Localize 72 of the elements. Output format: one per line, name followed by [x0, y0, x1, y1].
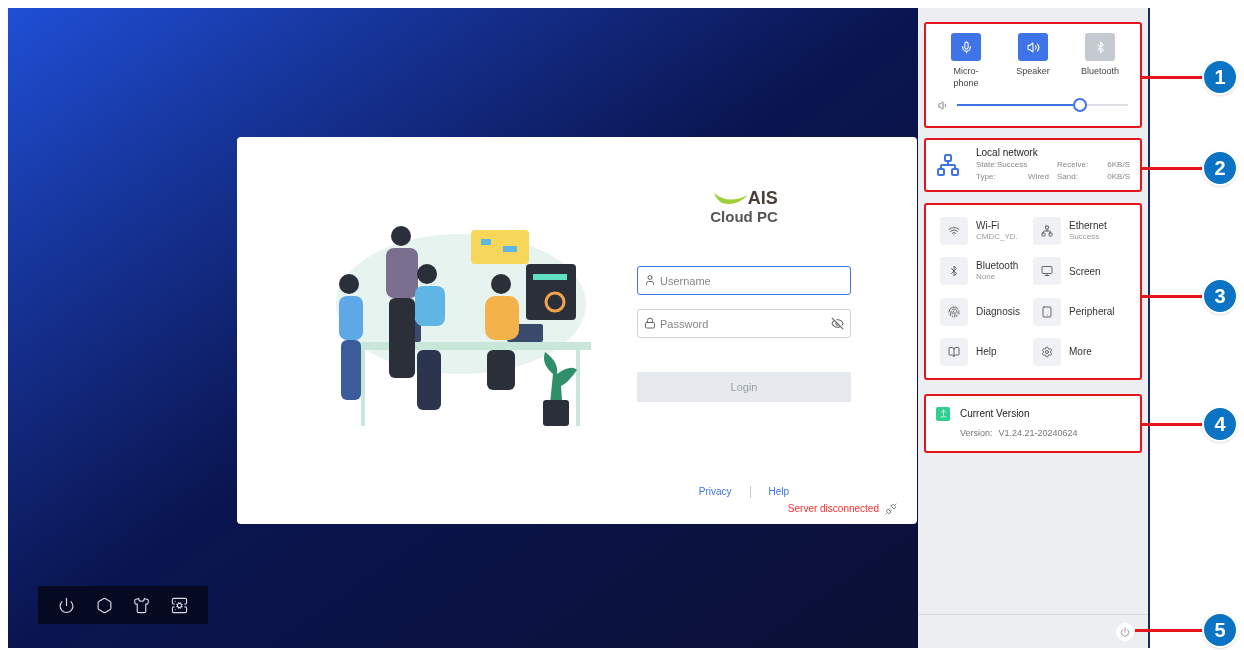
- shortcut-subtitle: None: [976, 271, 997, 283]
- leader-line: [1135, 629, 1202, 632]
- toggle-label: Micro- phone: [953, 65, 979, 89]
- slider-thumb[interactable]: [1073, 98, 1088, 112]
- shirt-icon[interactable]: [133, 596, 151, 614]
- hexagon-icon[interactable]: [95, 596, 113, 614]
- network-stat: Wired: [1028, 171, 1049, 183]
- power-icon[interactable]: [58, 596, 76, 614]
- network-stat: 0KB/S: [1107, 171, 1130, 183]
- product-name: Cloud PC: [710, 209, 778, 224]
- shortcut-item[interactable]: Help: [940, 331, 1033, 372]
- volume-icon: [938, 99, 949, 111]
- microphone-icon: [959, 40, 973, 54]
- settings-icon: [1041, 345, 1053, 358]
- network-stat: State:Success: [976, 159, 1028, 171]
- toggle-label: Bluetooth: [1081, 65, 1119, 77]
- shortcut-title: Bluetooth: [976, 260, 1019, 272]
- server-status: Server disconnected: [787, 502, 879, 516]
- toggle-button[interactable]: [1085, 33, 1115, 61]
- network-title: Local network: [976, 147, 1039, 159]
- network-stat: 6KB/S: [1107, 159, 1130, 171]
- version-value: V1.24.21-20240624: [998, 427, 1078, 440]
- network-icon: [1041, 225, 1053, 238]
- shortcut-item[interactable]: Ethernet Success: [1033, 211, 1126, 252]
- monitor-icon: [1041, 265, 1053, 278]
- toggle-button[interactable]: [951, 33, 981, 61]
- footer-link[interactable]: Privacy: [698, 484, 732, 499]
- password-field[interactable]: Password: [637, 309, 851, 338]
- callout-number: 1: [1202, 59, 1238, 95]
- footer-link[interactable]: Help: [768, 484, 790, 499]
- shortcut-item[interactable]: Bluetooth None: [940, 251, 1033, 292]
- callout-number: 2: [1202, 150, 1238, 186]
- network-icon: [936, 153, 960, 177]
- bluetooth-icon: [948, 265, 960, 278]
- toggle-button[interactable]: [1018, 33, 1048, 61]
- tablet-icon: [1041, 305, 1053, 318]
- shortcut-subtitle: Success: [1069, 231, 1101, 243]
- shortcut-title: More: [1069, 346, 1092, 358]
- callout-number: 5: [1202, 612, 1238, 648]
- server-settings-icon[interactable]: [170, 596, 188, 614]
- shortcut-item[interactable]: Diagnosis: [940, 291, 1033, 332]
- eye-off-icon[interactable]: [831, 317, 844, 330]
- callout-number: 3: [1202, 278, 1238, 314]
- user-icon: [644, 274, 656, 286]
- brand-name: AIS: [747, 189, 778, 207]
- network-stat: Receive:: [1057, 159, 1089, 171]
- volume-slider[interactable]: [957, 97, 1128, 113]
- fingerprint-icon: [948, 305, 960, 318]
- shortcut-title: Screen: [1069, 265, 1101, 277]
- shortcut-item[interactable]: More: [1033, 331, 1126, 372]
- network-stat: Type:: [976, 171, 996, 183]
- username-field[interactable]: Username: [637, 266, 851, 295]
- shortcut-item[interactable]: Wi-Fi CMDC_YD.: [940, 211, 1033, 252]
- book-icon: [948, 345, 960, 358]
- shortcut-title: Peripheral: [1069, 306, 1115, 318]
- version-label: Version:: [960, 427, 993, 440]
- leaf-logo-icon: [713, 191, 748, 207]
- shortcut-title: Help: [976, 346, 997, 358]
- shortcut-item[interactable]: Screen: [1033, 251, 1126, 292]
- power-icon: [1120, 626, 1130, 637]
- disconnected-icon: [885, 502, 897, 515]
- shortcut-title: Diagnosis: [976, 306, 1020, 318]
- shortcut-title: Wi-Fi: [976, 220, 1001, 232]
- shortcut-item[interactable]: Peripheral: [1033, 291, 1126, 332]
- lock-icon: [644, 317, 656, 329]
- toggle-label: Speaker: [1016, 65, 1050, 77]
- shortcut-title: Ethernet: [1069, 220, 1107, 232]
- network-stat: Sand:: [1057, 171, 1078, 183]
- callout-number: 4: [1202, 406, 1238, 442]
- shortcut-subtitle: CMDC_YD.: [976, 231, 1018, 243]
- speaker-icon: [1026, 40, 1040, 54]
- version-title: Current Version: [960, 407, 1030, 421]
